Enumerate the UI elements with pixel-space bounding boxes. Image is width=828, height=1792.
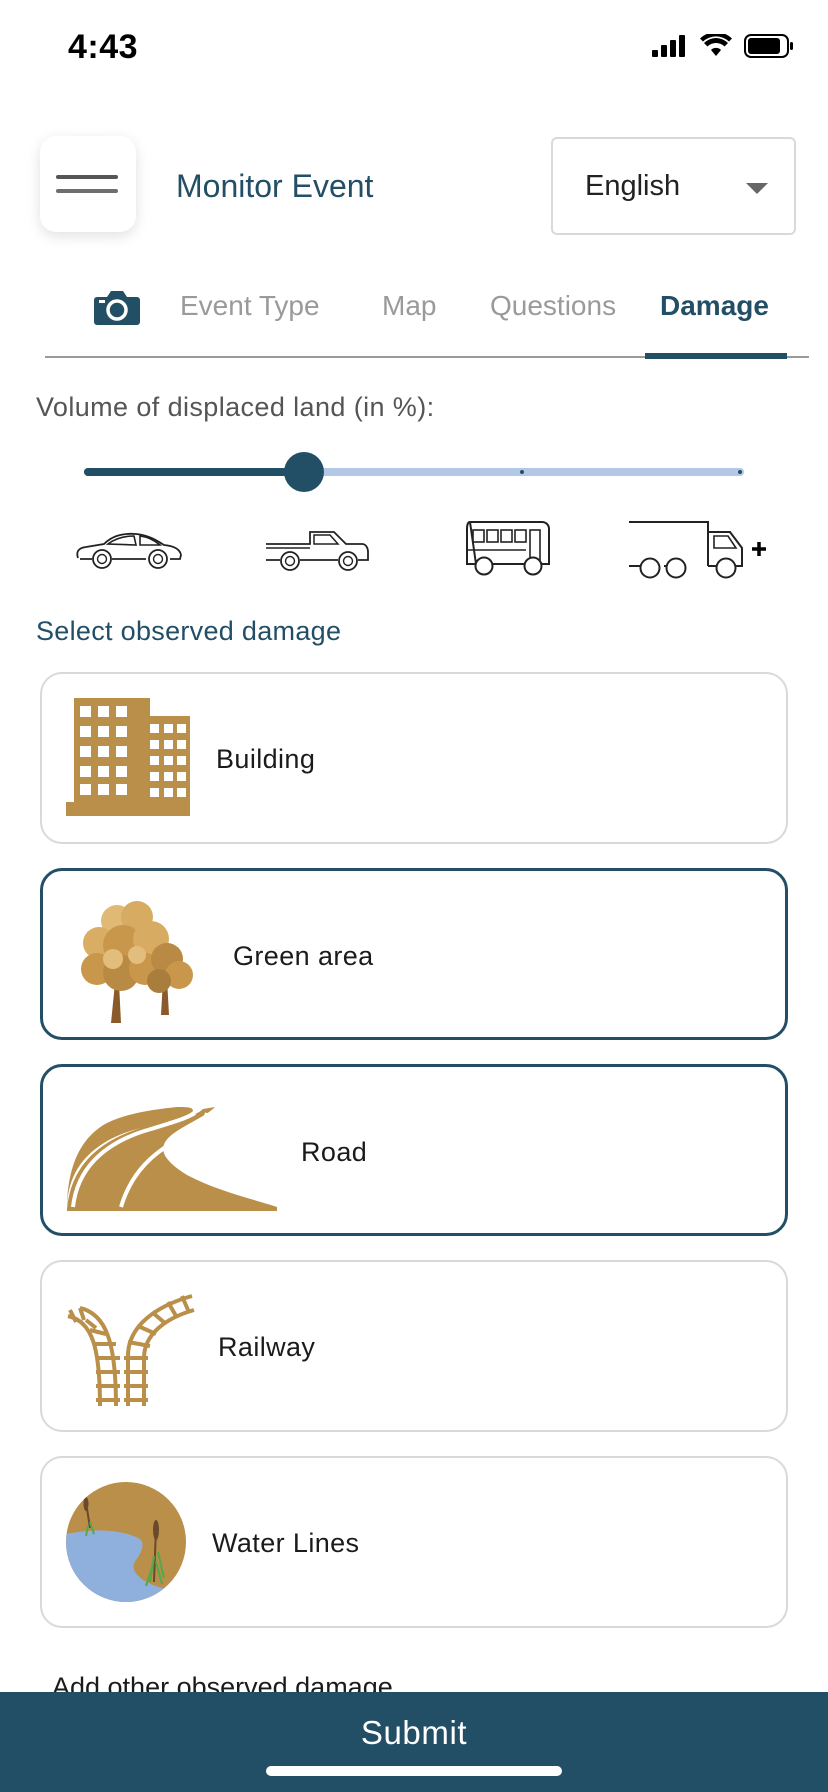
tab-map[interactable]: Map — [382, 290, 436, 322]
damage-card-green-area[interactable]: Green area — [40, 868, 788, 1040]
railway-icon — [67, 1294, 195, 1407]
slider-step-dot — [520, 470, 524, 474]
wifi-icon — [700, 34, 732, 56]
damage-card-railway[interactable]: Railway — [40, 1260, 788, 1432]
tree-icon — [81, 901, 193, 1023]
road-icon — [67, 1107, 277, 1211]
status-bar: 4:43 — [0, 0, 828, 100]
hamburger-line — [56, 189, 118, 193]
status-icons — [652, 34, 794, 58]
language-select[interactable]: English — [551, 137, 796, 235]
building-icon — [66, 698, 190, 816]
damage-label-railway: Railway — [218, 1332, 316, 1362]
slider-step-dot — [84, 470, 88, 474]
submit-button[interactable]: Submit — [0, 1692, 828, 1792]
tab-camera[interactable] — [93, 288, 141, 331]
slider-thumb[interactable] — [284, 452, 324, 492]
damage-card-building[interactable]: Building — [40, 672, 788, 844]
slider-label: Volume of displaced land (in %): — [36, 392, 435, 422]
page-title: Monitor Event — [176, 168, 374, 204]
signal-icon — [652, 35, 685, 57]
water-icon — [66, 1482, 186, 1602]
damage-label-water-lines: Water Lines — [212, 1528, 360, 1558]
damage-section-title: Select observed damage — [36, 616, 342, 646]
bus-icon — [466, 520, 550, 576]
damage-label-building: Building — [216, 744, 316, 774]
slider-step-dot — [738, 470, 742, 474]
car-icon — [76, 532, 182, 569]
vehicle-scale — [70, 516, 780, 582]
damage-card-road[interactable]: Road — [40, 1064, 788, 1236]
damage-card-water-lines[interactable]: Water Lines — [40, 1456, 788, 1628]
damage-label-road: Road — [301, 1137, 368, 1167]
displaced-land-slider[interactable] — [84, 452, 744, 492]
chevron-down-icon — [746, 183, 768, 194]
tab-event-type[interactable]: Event Type — [180, 290, 320, 322]
tab-damage[interactable]: Damage — [660, 290, 769, 322]
damage-label-green-area: Green area — [233, 941, 374, 971]
language-value: English — [585, 169, 681, 202]
menu-button[interactable] — [40, 136, 136, 232]
slider-fill — [84, 468, 304, 476]
hamburger-icon — [56, 175, 118, 179]
status-time: 4:43 — [68, 28, 139, 66]
battery-icon — [744, 34, 793, 58]
home-indicator — [266, 1766, 562, 1776]
active-tab-indicator — [645, 353, 787, 359]
camera-icon — [94, 291, 140, 325]
submit-label: Submit — [360, 1714, 468, 1751]
tab-questions[interactable]: Questions — [490, 290, 616, 322]
tab-bar: Event Type Map Questions Damage — [45, 270, 809, 359]
pickup-truck-icon — [266, 531, 369, 571]
truck-plus-icon — [629, 521, 766, 579]
